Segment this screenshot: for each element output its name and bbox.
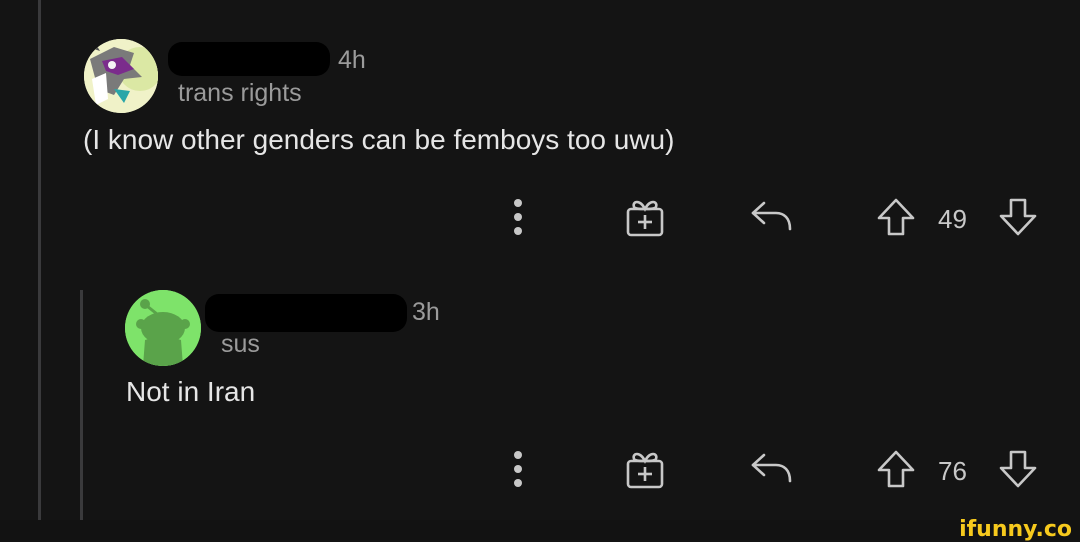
comment-age: 3h	[412, 298, 440, 326]
more-options-button[interactable]	[504, 448, 532, 490]
comment-body: (I know other genders can be femboys too…	[83, 124, 675, 155]
username-redacted[interactable]	[168, 42, 330, 76]
thread-line-reply[interactable]	[80, 290, 83, 520]
award-button[interactable]	[622, 194, 668, 240]
user-flair: trans rights	[178, 79, 302, 107]
avatar-image	[84, 39, 158, 113]
watermark-bar	[0, 520, 1080, 540]
gift-award-icon	[626, 452, 664, 489]
award-button[interactable]	[622, 446, 668, 492]
downvote-button[interactable]	[996, 448, 1040, 490]
reply-arrow-icon	[751, 453, 792, 483]
reply-arrow-icon	[751, 201, 792, 231]
more-vertical-icon	[514, 199, 522, 235]
comment-age: 4h	[338, 46, 366, 74]
downvote-arrow-icon	[999, 198, 1037, 236]
upvote-button[interactable]	[874, 448, 918, 490]
reply-button[interactable]	[748, 448, 794, 488]
snoo-avatar-image	[125, 290, 201, 366]
upvote-arrow-icon	[877, 450, 915, 488]
thread-line-root	[38, 0, 41, 520]
user-flair: sus	[221, 330, 260, 358]
avatar[interactable]	[125, 290, 201, 366]
ifunny-watermark: ifunny.co	[959, 517, 1072, 542]
upvote-button[interactable]	[874, 196, 918, 238]
more-options-button[interactable]	[504, 196, 532, 238]
vote-score: 49	[938, 204, 967, 234]
gift-award-icon	[626, 200, 664, 237]
downvote-button[interactable]	[996, 196, 1040, 238]
upvote-arrow-icon	[877, 198, 915, 236]
avatar[interactable]	[84, 39, 158, 113]
reply-button[interactable]	[748, 196, 794, 236]
more-vertical-icon	[514, 451, 522, 487]
downvote-arrow-icon	[999, 450, 1037, 488]
username-redacted[interactable]	[205, 294, 407, 332]
vote-score: 76	[938, 456, 967, 486]
comment-body: Not in Iran	[126, 376, 256, 407]
